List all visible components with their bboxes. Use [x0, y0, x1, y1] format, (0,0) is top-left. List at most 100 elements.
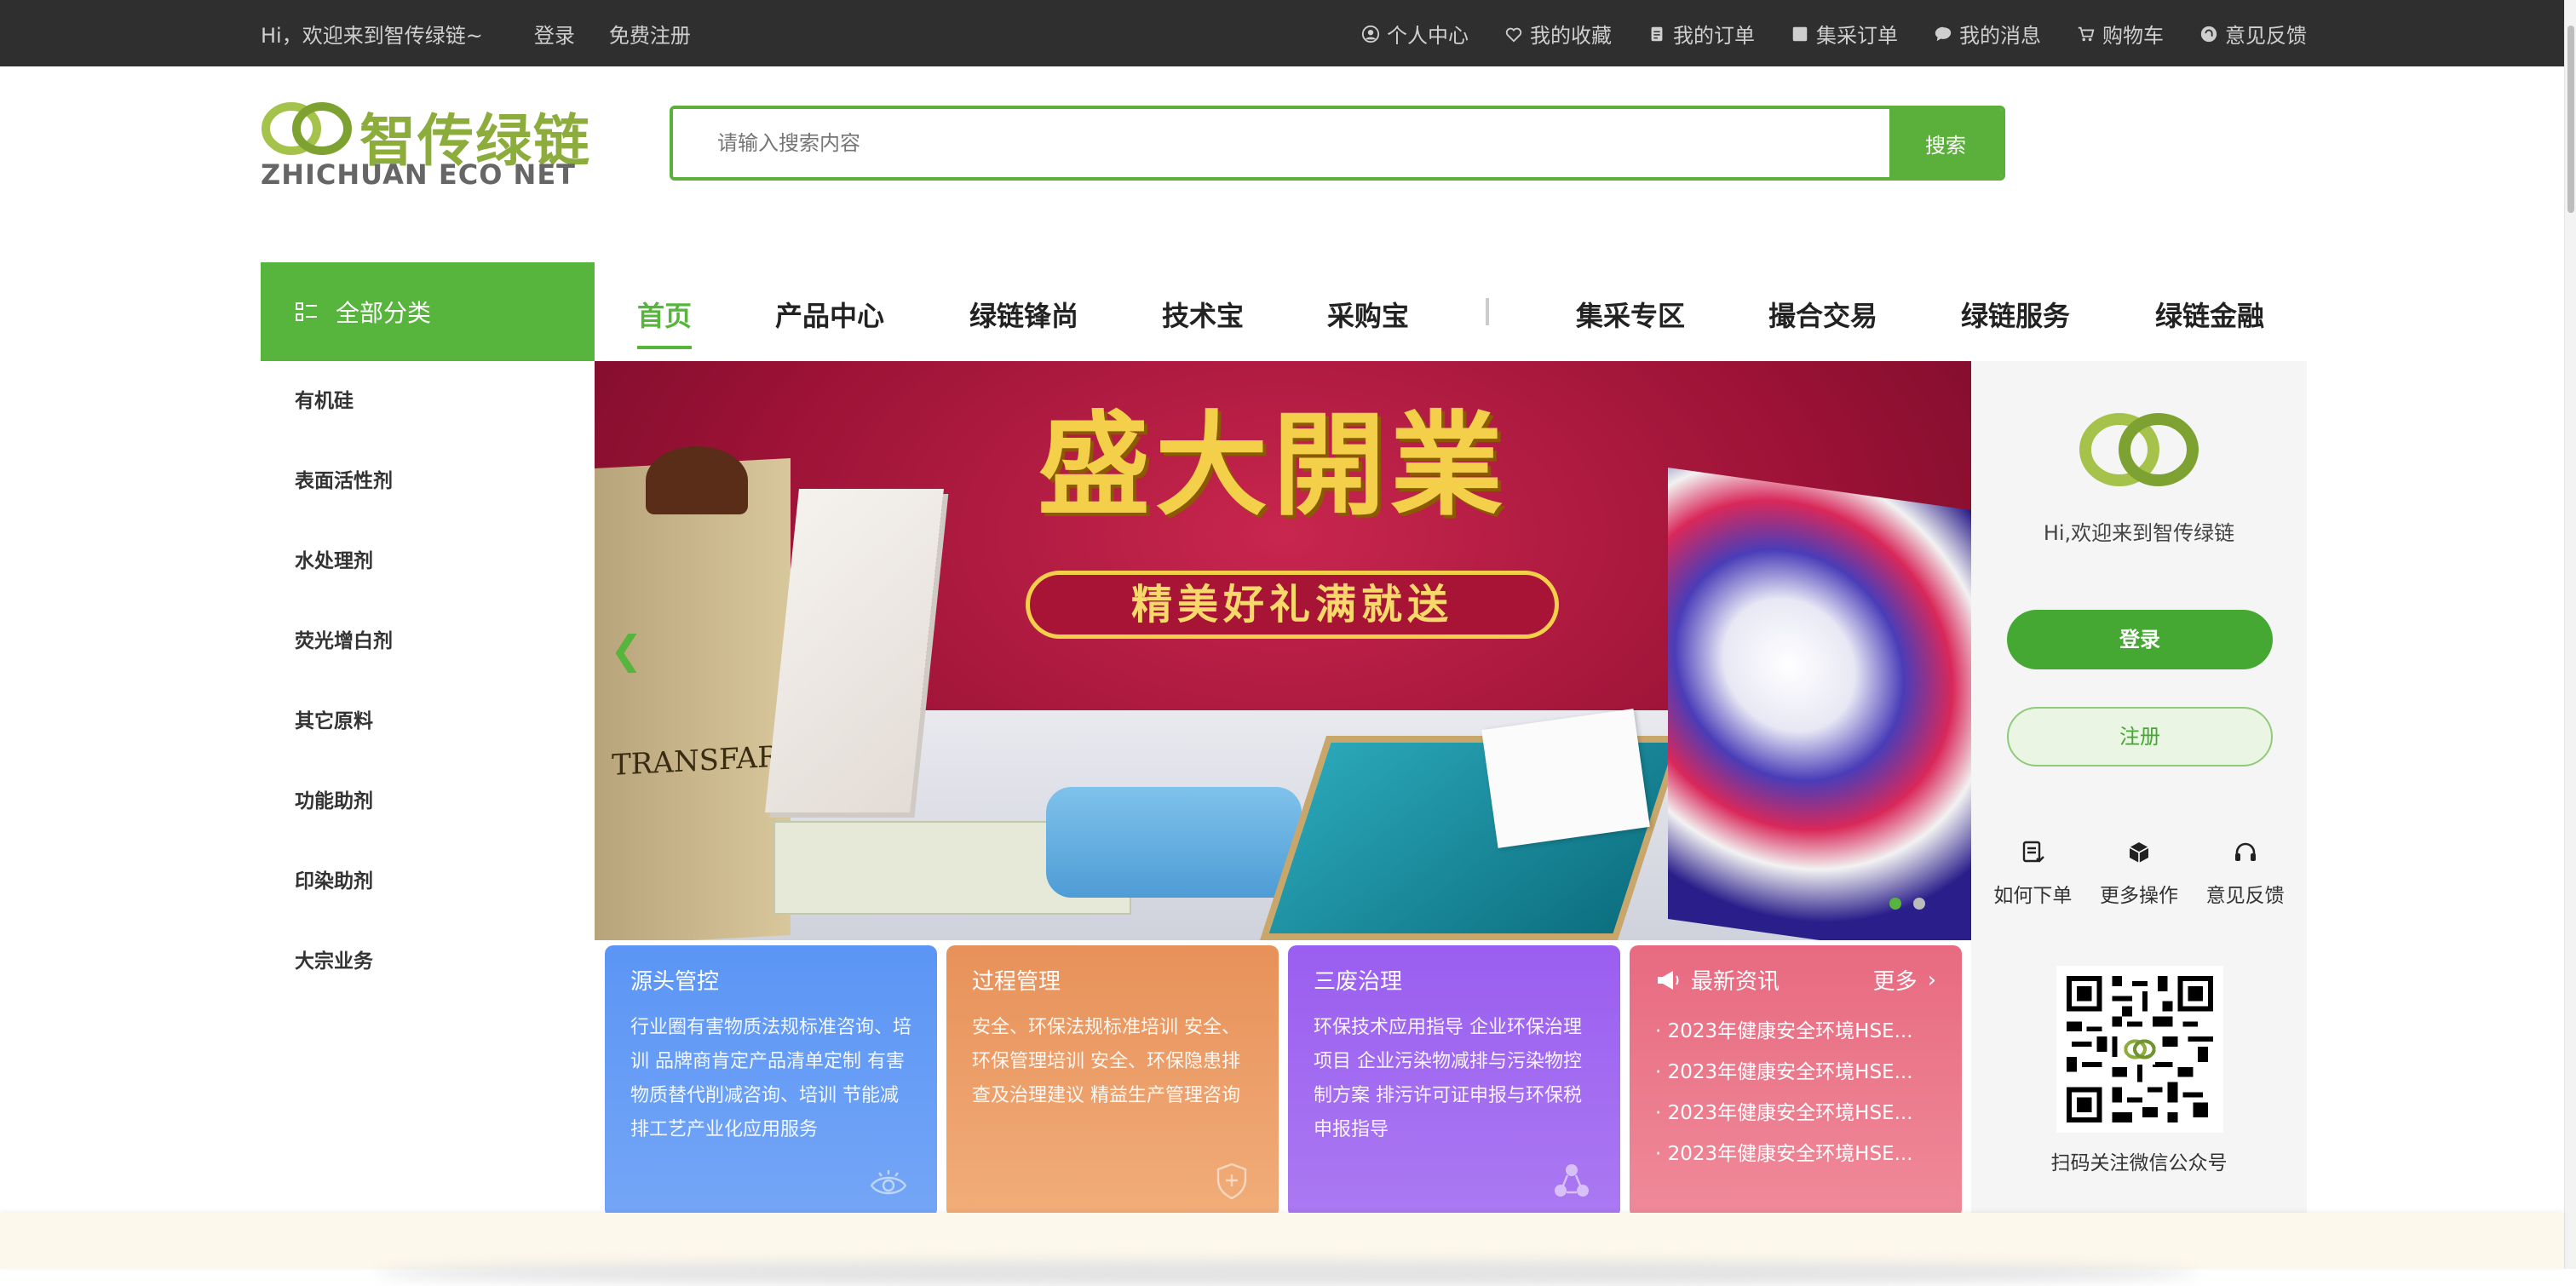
- category-list: 有机硅 表面活性剂 水处理剂 荧光增白剂 其它原料 功能助剂 印染助剂 大宗业务: [261, 361, 595, 1213]
- category-item[interactable]: 其它原料: [261, 681, 595, 761]
- avatar-logo-icon: [2079, 413, 2199, 486]
- nav-products[interactable]: 产品中心: [775, 295, 884, 334]
- nav-group-buy[interactable]: 集采专区: [1576, 295, 1685, 334]
- category-item[interactable]: 印染助剂: [261, 841, 595, 921]
- feedback-link[interactable]: 意见反馈: [2199, 19, 2307, 49]
- main-nav: 首页 产品中心 绿链锋尚 技术宝 采购宝 集采专区 撮合交易 绿链服务 绿链金融: [595, 262, 2307, 361]
- nav-home[interactable]: 首页: [637, 295, 693, 349]
- category-item[interactable]: 荧光增白剂: [261, 601, 595, 681]
- box-icon: [2129, 842, 2149, 863]
- personal-center-link[interactable]: 个人中心: [1361, 19, 1469, 49]
- register-link[interactable]: 免费注册: [609, 19, 691, 49]
- search-input[interactable]: [673, 109, 1889, 177]
- checkbox-icon: [1792, 26, 1808, 41]
- personal-center-label: 个人中心: [1387, 24, 1469, 48]
- category-item[interactable]: 表面活性剂: [261, 441, 595, 521]
- process-management-card[interactable]: 过程管理 安全、环保法规标准培训 安全、环保管理培训 安全、环保隐患排查及治理建…: [946, 945, 1279, 1218]
- shield-icon: [1216, 1163, 1247, 1200]
- nav-finance[interactable]: 绿链金融: [2155, 295, 2264, 334]
- logo-name-en: ZHICHUAN ECO NET: [261, 158, 576, 191]
- news-item[interactable]: · 2023年健康安全环境HSE...: [1655, 1134, 1936, 1174]
- banner-dots: [1889, 898, 1925, 910]
- wechat-qr-code: [2056, 966, 2223, 1133]
- megaphone-icon: [1658, 970, 1679, 990]
- all-categories-label: 全部分类: [336, 299, 432, 327]
- hero-banner[interactable]: TRANSFAR 盛大開業 精美好礼满就送 ❮: [595, 361, 1971, 940]
- scrollbar-thumb[interactable]: [2567, 26, 2574, 213]
- bottom-strip: [0, 1213, 2564, 1286]
- banner-prev-arrow-icon[interactable]: ❮: [610, 627, 643, 673]
- card-title: 三废治理: [1314, 969, 1403, 995]
- panel-feedback-button[interactable]: 意见反馈: [2206, 840, 2285, 908]
- heart-icon: [1505, 27, 1522, 43]
- card-body: 环保技术应用指导 企业环保治理项目 企业污染物减排与污染物控制方案 排污许可证申…: [1314, 1017, 1582, 1140]
- news-more-link[interactable]: 更多 ›: [1873, 964, 1936, 996]
- news-item[interactable]: · 2023年健康安全环境HSE...: [1655, 1052, 1936, 1093]
- my-orders-link[interactable]: 我的订单: [1647, 19, 1755, 49]
- group-orders-link[interactable]: 集采订单: [1791, 19, 1898, 49]
- news-item[interactable]: · 2023年健康安全环境HSE...: [1655, 1011, 1936, 1052]
- quick-actions: 如何下单 更多操作 意见反馈: [1971, 840, 2307, 908]
- welcome-text: Hi，欢迎来到智传绿链~: [261, 24, 483, 48]
- search-bar: 搜索: [670, 106, 2005, 181]
- favorites-link[interactable]: 我的收藏: [1504, 19, 1612, 49]
- panel-login-button[interactable]: 登录: [2007, 610, 2273, 669]
- news-card: 最新资讯 更多 › · 2023年健康安全环境HSE... · 2023年健康安…: [1630, 945, 1962, 1218]
- nav-tech[interactable]: 技术宝: [1162, 295, 1244, 334]
- nav-matching[interactable]: 撮合交易: [1768, 295, 1877, 334]
- feedback-label: 意见反馈: [2225, 24, 2307, 48]
- message-icon: [1935, 26, 1952, 41]
- card-body: 安全、环保法规标准培训 安全、环保管理培训 安全、环保隐患排查及治理建议 精益生…: [972, 1017, 1240, 1106]
- category-item[interactable]: 水处理剂: [261, 521, 595, 601]
- category-item[interactable]: 有机硅: [261, 361, 595, 441]
- banner-dot[interactable]: [1913, 898, 1925, 910]
- banner-wipes: [1046, 787, 1302, 898]
- nav-purchase[interactable]: 采购宝: [1327, 295, 1409, 334]
- order-list-icon: [2023, 841, 2045, 863]
- top-bar-right: 个人中心 我的收藏 我的订单 集采订单 我的消息 购物车 意见反馈: [1361, 19, 2307, 49]
- card-title: 源头管控: [630, 969, 720, 995]
- recycle-icon: [1555, 1164, 1589, 1197]
- source-control-card[interactable]: 源头管控 行业圈有害物质法规标准咨询、培训 品牌商肯定产品清单定制 有害物质替代…: [605, 945, 937, 1218]
- chevron-right-icon: ›: [1927, 967, 1936, 993]
- login-link[interactable]: 登录: [534, 19, 575, 49]
- how-to-order-button[interactable]: 如何下单: [1993, 840, 2072, 908]
- more-actions-label: 更多操作: [2099, 885, 2178, 907]
- feedback-icon: [2200, 26, 2217, 42]
- all-categories-header[interactable]: 全部分类: [261, 262, 595, 361]
- cart-icon: [2078, 26, 2095, 41]
- user-panel: Hi,欢迎来到智传绿链 登录 注册 如何下单 更多操作 意见反馈 扫码关注微信公…: [1971, 361, 2307, 1213]
- news-item[interactable]: · 2023年健康安全环境HSE...: [1655, 1093, 1936, 1134]
- banner-dot-active[interactable]: [1889, 898, 1901, 910]
- nav-divider: [1486, 298, 1489, 325]
- my-messages-link[interactable]: 我的消息: [1934, 19, 2041, 49]
- news-more-label: 更多: [1872, 969, 1918, 995]
- banner-gift-bag: TRANSFAR: [595, 457, 791, 940]
- nav-services[interactable]: 绿链服务: [1961, 295, 2070, 334]
- card-body: 行业圈有害物质法规标准咨询、培训 品牌商肯定产品清单定制 有害物质替代削减咨询、…: [630, 1017, 912, 1140]
- panel-register-button[interactable]: 注册: [2007, 707, 2273, 766]
- logo-mark-icon: [262, 102, 352, 155]
- panel-welcome: Hi,欢迎来到智传绿链: [2043, 521, 2235, 545]
- site-logo[interactable]: 智传绿链 ZHICHUAN ECO NET: [261, 95, 593, 191]
- panel-feedback-label: 意见反馈: [2205, 885, 2285, 907]
- top-bar: Hi，欢迎来到智传绿链~ 登录 免费注册 个人中心 我的收藏 我的订单 集采订单…: [0, 0, 2576, 66]
- favorites-label: 我的收藏: [1530, 24, 1612, 48]
- cart-label: 购物车: [2102, 24, 2164, 48]
- news-header: 最新资讯 更多 ›: [1655, 964, 1936, 996]
- banner-bow: [646, 446, 748, 514]
- waste-treatment-card[interactable]: 三废治理 环保技术应用指导 企业环保治理项目 企业污染物减排与污染物控制方案 排…: [1288, 945, 1620, 1218]
- nav-lvlian-fashion[interactable]: 绿链锋尚: [969, 295, 1078, 334]
- category-item[interactable]: 大宗业务: [261, 921, 595, 1002]
- search-button[interactable]: 搜索: [1889, 109, 2002, 177]
- page-scrollbar[interactable]: [2564, 0, 2576, 1269]
- qr-caption: 扫码关注微信公众号: [2050, 1152, 2228, 1174]
- how-to-order-label: 如何下单: [1993, 885, 2073, 907]
- news-title: 最新资讯: [1691, 969, 1780, 995]
- category-item[interactable]: 功能助剂: [261, 761, 595, 841]
- headset-icon: [2234, 842, 2256, 861]
- cart-link[interactable]: 购物车: [2077, 19, 2164, 49]
- more-actions-button[interactable]: 更多操作: [2100, 840, 2178, 908]
- category-list-icon: [296, 302, 317, 321]
- user-icon: [1361, 25, 1380, 43]
